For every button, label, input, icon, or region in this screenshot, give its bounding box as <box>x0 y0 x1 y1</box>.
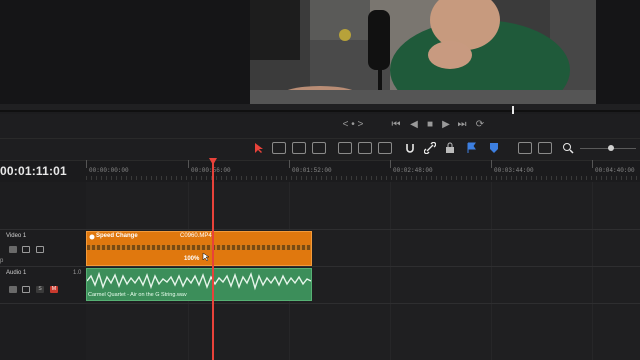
ruler-mark <box>390 160 391 168</box>
audio-waveform <box>87 271 311 291</box>
grid-line <box>390 182 391 360</box>
track-lock-icon[interactable] <box>9 246 17 253</box>
scrub-track <box>0 110 640 112</box>
video-track-name[interactable]: Video 1 <box>6 233 26 239</box>
speed-change-bar <box>87 245 311 250</box>
track-extra-label: p <box>0 258 4 264</box>
snapping-icon[interactable] <box>404 142 416 154</box>
ruler-mark <box>289 160 290 168</box>
replace-clip-icon[interactable] <box>378 142 392 154</box>
ruler-mark <box>86 160 87 168</box>
grid-line <box>592 182 593 360</box>
video-frame-image <box>250 0 596 104</box>
track-lock-icon[interactable] <box>9 286 17 293</box>
clip-filename: C0960.MP4 <box>180 233 212 239</box>
ruler-mark <box>592 160 593 168</box>
mute-button[interactable]: M <box>50 286 58 293</box>
ruler-mark <box>188 160 189 168</box>
auto-select-icon[interactable] <box>22 246 30 253</box>
track-enable-icon[interactable] <box>36 246 44 253</box>
ruler-label: 00:00:56:00 <box>191 167 231 174</box>
flag-icon[interactable] <box>466 142 480 154</box>
insert-clip-icon[interactable] <box>338 142 352 154</box>
ruler-label: 00:01:52:00 <box>292 167 332 174</box>
ruler-mark <box>491 160 492 168</box>
go-to-end-button[interactable]: ⏭ <box>456 118 468 132</box>
solo-button[interactable]: S <box>36 286 44 293</box>
link-icon[interactable] <box>424 142 436 154</box>
track-divider <box>0 266 640 267</box>
mouse-cursor-icon <box>202 252 210 262</box>
transport-bar <box>0 114 640 138</box>
auto-select-icon[interactable] <box>22 286 30 293</box>
ruler-label: 00:04:40:00 <box>595 167 635 174</box>
grid-line <box>491 182 492 360</box>
audio-clip-label: Carmel Quartet - Air on the G String.wav <box>88 292 187 298</box>
ruler-label: 00:02:48:00 <box>393 167 433 174</box>
speed-change-icon <box>89 234 95 240</box>
overwrite-clip-icon[interactable] <box>358 142 372 154</box>
play-button[interactable]: ▶ <box>440 118 452 132</box>
full-extent-zoom-icon[interactable] <box>518 142 532 154</box>
detail-zoom-icon[interactable] <box>538 142 552 154</box>
pointer-tool-icon[interactable] <box>254 142 264 154</box>
trim-tool-icon[interactable] <box>272 142 286 154</box>
track-divider <box>0 303 640 304</box>
track-divider <box>0 229 640 230</box>
lock-icon[interactable] <box>444 142 456 154</box>
blade-tool-icon[interactable] <box>312 142 326 154</box>
jog-control[interactable]: < • > <box>340 118 366 132</box>
dynamic-trim-icon[interactable] <box>292 142 306 154</box>
ruler-ticks <box>86 176 640 180</box>
stop-button[interactable]: ■ <box>424 118 436 132</box>
zoom-icon[interactable] <box>562 142 574 154</box>
viewer-video-frame <box>250 0 596 104</box>
audio-track-name[interactable]: Audio 1 <box>6 270 26 276</box>
playhead-line[interactable] <box>212 162 214 360</box>
clip-speed-percentage[interactable]: 100% <box>184 256 199 262</box>
ruler-label: 00:03:44:00 <box>494 167 534 174</box>
zoom-slider-handle[interactable] <box>608 145 614 151</box>
go-to-start-button[interactable]: ⏮ <box>390 118 402 132</box>
ruler-label: 00:00:00:00 <box>89 167 129 174</box>
marker-icon[interactable] <box>488 142 502 154</box>
audio-track-level: 1.0 <box>73 270 82 276</box>
timecode-display: 00:01:11:01 <box>0 164 67 178</box>
loop-button[interactable]: ⟳ <box>474 118 486 132</box>
play-reverse-button[interactable]: ◀ <box>408 118 420 132</box>
clip-title: Speed Change <box>96 233 138 239</box>
